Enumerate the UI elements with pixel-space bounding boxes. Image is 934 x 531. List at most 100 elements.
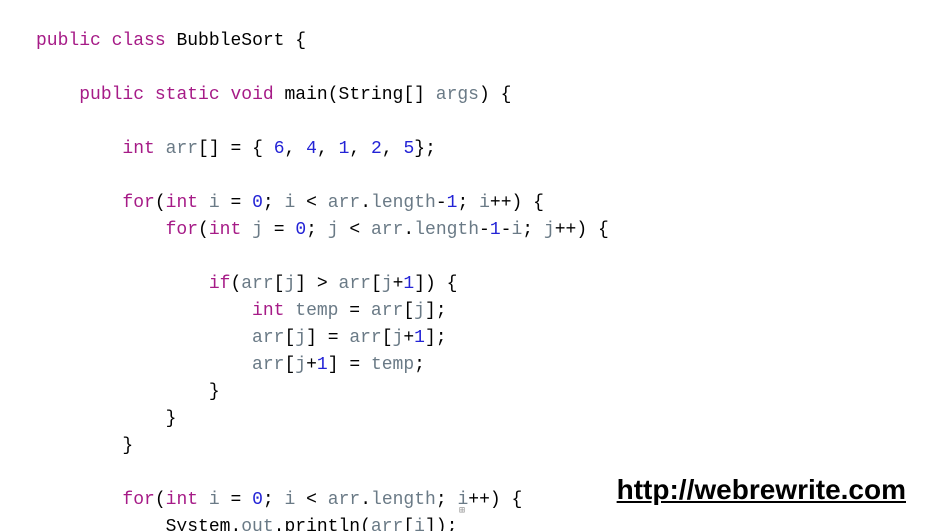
bracket: [	[274, 274, 285, 294]
semi: ;	[263, 490, 274, 510]
kw-class: class	[112, 31, 166, 51]
field-length: length	[414, 220, 479, 240]
system: System	[166, 517, 231, 531]
gt: >	[317, 274, 328, 294]
eq: =	[274, 220, 285, 240]
semi: ;	[447, 517, 458, 531]
var-arr: arr	[339, 274, 371, 294]
out: out	[241, 517, 273, 531]
paren: (	[155, 490, 166, 510]
bracket: [	[403, 517, 414, 531]
var-j: j	[393, 328, 404, 348]
brace: {	[501, 85, 512, 105]
semi: ;	[425, 139, 436, 159]
num: 1	[339, 139, 350, 159]
var-i: i	[414, 517, 425, 531]
paren: )	[512, 193, 523, 213]
inc: ++	[555, 220, 577, 240]
println: println	[284, 517, 360, 531]
var-arr: arr	[252, 355, 284, 375]
var-j: j	[295, 355, 306, 375]
resize-handle-icon: ⊞	[459, 503, 469, 513]
semi: ;	[306, 220, 317, 240]
bracket: [	[284, 328, 295, 348]
var-i: i	[285, 490, 296, 510]
dot: .	[360, 193, 371, 213]
paren: (	[155, 193, 166, 213]
num: 5	[403, 139, 414, 159]
brace: {	[447, 274, 458, 294]
inc: ++	[468, 490, 490, 510]
var-arr: arr	[349, 328, 381, 348]
bracket: ]	[295, 274, 306, 294]
num: 1	[317, 355, 328, 375]
method-name: main	[285, 85, 328, 105]
paren: )	[425, 274, 436, 294]
eq: =	[328, 328, 339, 348]
paren: (	[328, 85, 339, 105]
var-temp: temp	[295, 301, 338, 321]
var-i: i	[209, 490, 220, 510]
var-arr: arr	[166, 139, 198, 159]
bracket: [	[284, 355, 295, 375]
kw-for: for	[166, 220, 198, 240]
bracket: ]	[425, 301, 436, 321]
dot: .	[274, 517, 285, 531]
kw-for: for	[122, 193, 154, 213]
brace: {	[533, 193, 544, 213]
num: 1	[403, 274, 414, 294]
eq: =	[230, 193, 241, 213]
bracket: [	[371, 274, 382, 294]
kw-for: for	[122, 490, 154, 510]
minus: -	[479, 220, 490, 240]
kw-static: static	[155, 85, 220, 105]
bracket: ]	[425, 517, 436, 531]
kw-if: if	[209, 274, 231, 294]
brackets: []	[198, 139, 220, 159]
eq: =	[230, 139, 241, 159]
comma: ,	[317, 139, 328, 159]
var-j: j	[382, 274, 393, 294]
plus: +	[306, 355, 317, 375]
num: 0	[252, 193, 263, 213]
lt: <	[306, 193, 317, 213]
brace: {	[598, 220, 609, 240]
eq: =	[230, 490, 241, 510]
var-arr: arr	[241, 274, 273, 294]
var-j: j	[252, 220, 263, 240]
semi: ;	[522, 220, 533, 240]
var-i: i	[479, 193, 490, 213]
paren: )	[479, 85, 490, 105]
num: 2	[371, 139, 382, 159]
brace-close: }	[122, 436, 133, 456]
field-length: length	[371, 490, 436, 510]
brace-close: }	[166, 409, 177, 429]
paren: (	[198, 220, 209, 240]
bracket: ]	[306, 328, 317, 348]
semi: ;	[436, 328, 447, 348]
var-arr: arr	[328, 193, 360, 213]
var-j: j	[544, 220, 555, 240]
bracket: ]	[414, 274, 425, 294]
num: 1	[414, 328, 425, 348]
bracket: [	[382, 328, 393, 348]
field-length: length	[371, 193, 436, 213]
comma: ,	[285, 139, 296, 159]
eq: =	[349, 355, 360, 375]
inc: ++	[490, 193, 512, 213]
credit-link[interactable]: http://webrewrite.com	[617, 469, 906, 511]
minus: -	[501, 220, 512, 240]
kw-int: int	[122, 139, 154, 159]
bracket: ]	[328, 355, 339, 375]
var-j: j	[328, 220, 339, 240]
semi: ;	[263, 193, 274, 213]
var-j: j	[295, 328, 306, 348]
brace: {	[512, 490, 523, 510]
bracket: ]	[425, 328, 436, 348]
paren: )	[436, 517, 447, 531]
paren: (	[230, 274, 241, 294]
lt: <	[306, 490, 317, 510]
var-i: i	[511, 220, 522, 240]
code-block: public class BubbleSort { public static …	[0, 0, 934, 531]
dot: .	[230, 517, 241, 531]
